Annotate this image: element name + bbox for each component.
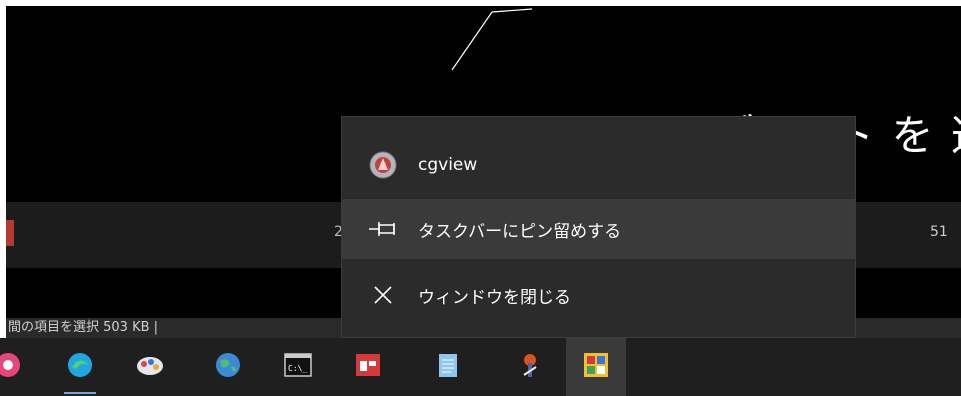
- row-marker: [6, 220, 14, 246]
- taskbar-button-cmd[interactable]: C:\_: [268, 338, 328, 396]
- jump-list-app-item[interactable]: cgview: [342, 135, 855, 195]
- cgview-icon: [583, 352, 609, 382]
- taskbar-button-paint[interactable]: [120, 338, 180, 396]
- edge-icon: [66, 351, 94, 383]
- taskbar-button-pink-app[interactable]: [0, 338, 38, 396]
- taskbar-button-notepad[interactable]: [418, 338, 478, 396]
- jump-list-menu: cgview タスクバーにピン留めする ウィンドウを閉じる: [341, 116, 856, 338]
- close-icon: [366, 278, 400, 312]
- tool-icon: [517, 351, 543, 383]
- red-window-icon: [355, 353, 381, 381]
- pin-to-taskbar-item[interactable]: タスクバーにピン留めする: [342, 199, 855, 259]
- paint-icon: [135, 351, 165, 383]
- close-window-item[interactable]: ウィンドウを閉じる: [342, 265, 855, 325]
- taskbar-button-tool[interactable]: [500, 338, 560, 396]
- taskbar-button-edge[interactable]: [50, 338, 110, 396]
- cgview-app-icon: [366, 148, 400, 182]
- pink-app-icon: [0, 351, 22, 383]
- taskbar-button-red-window[interactable]: [338, 338, 398, 396]
- running-indicator: [64, 392, 96, 394]
- globe-icon: [214, 351, 242, 383]
- app-name-label: cgview: [418, 155, 478, 175]
- cmd-icon: C:\_: [284, 353, 312, 381]
- close-label: ウィンドウを閉じる: [418, 287, 571, 308]
- pin-icon: [366, 212, 400, 246]
- drawn-line: [451, 8, 533, 71]
- taskbar: C:\_: [0, 338, 961, 396]
- taskbar-button-globe[interactable]: [198, 338, 258, 396]
- row-size-value: 51: [930, 224, 948, 240]
- notepad-icon: [436, 351, 460, 383]
- svg-text:C:\_: C:\_: [288, 364, 307, 373]
- pin-label: タスクバーにピン留めする: [418, 221, 622, 242]
- taskbar-button-cgview[interactable]: [566, 338, 626, 396]
